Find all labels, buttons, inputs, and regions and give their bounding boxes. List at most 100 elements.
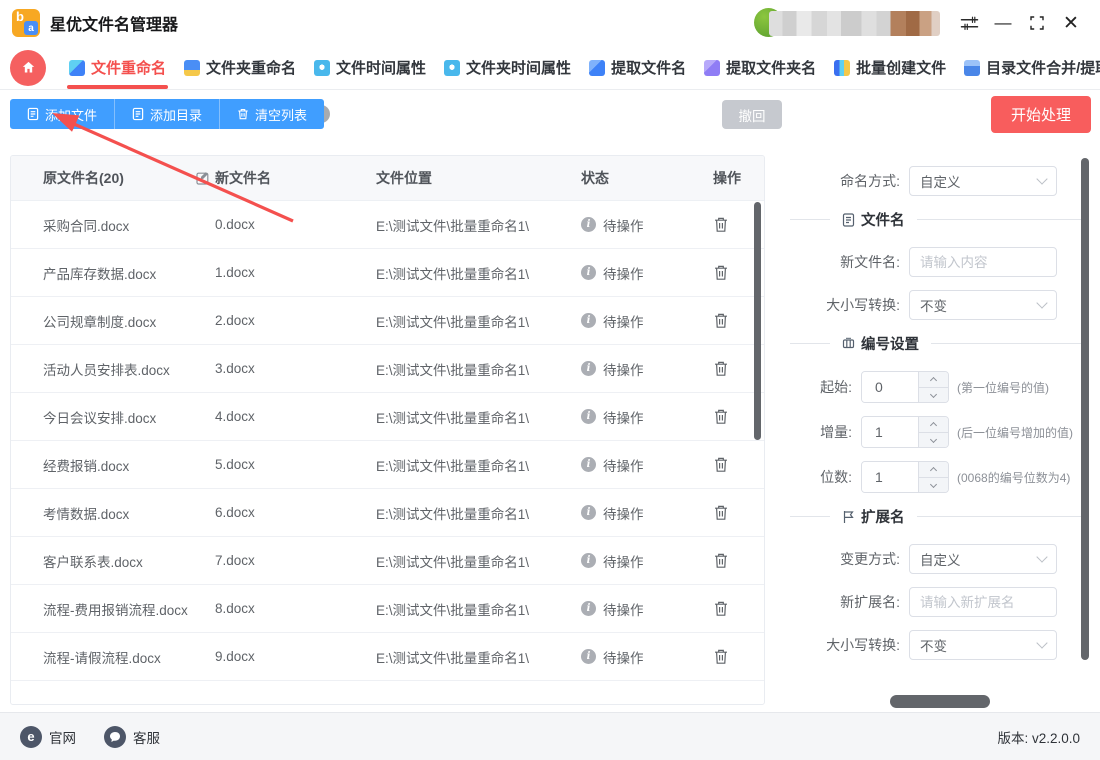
table-row: 经费报销.docx 5.docx E:\测试文件\批量重命名1\ i 待操作	[11, 441, 764, 489]
maximize-button[interactable]	[1020, 7, 1054, 39]
new-filename: 7.docx	[215, 553, 255, 568]
official-website-link[interactable]: e 官网	[20, 725, 76, 748]
new-filename: 0.docx	[215, 217, 255, 232]
increment-up-button[interactable]	[919, 462, 948, 477]
extension-section-title: 扩展名	[842, 506, 905, 527]
tab-extract-foldername[interactable]: 提取文件夹名	[695, 46, 825, 89]
settings-panel: 命名方式: 自定义 文件名 新文件名: 大小写转换: 不变 编号设置 起	[790, 158, 1086, 673]
info-icon: i	[581, 265, 596, 280]
digits-label: 位数:	[820, 469, 852, 485]
tab-folder-time-attr[interactable]: 文件夹时间属性	[435, 46, 580, 89]
original-filename: 考情数据.docx	[43, 506, 130, 522]
change-method-select[interactable]: 自定义	[909, 544, 1057, 574]
increment-label: 增量:	[820, 424, 852, 440]
delete-row-button[interactable]	[713, 456, 729, 473]
delete-row-button[interactable]	[713, 216, 729, 233]
change-method-label: 变更方式:	[840, 551, 900, 567]
trash-icon	[715, 217, 727, 232]
user-account[interactable]	[754, 8, 940, 38]
new-filename: 1.docx	[215, 265, 255, 280]
table-row: 客户联系表.docx 7.docx E:\测试文件\批量重命名1\ i 待操作	[11, 537, 764, 585]
increment-input[interactable]	[862, 417, 918, 447]
increment-down-button[interactable]	[919, 476, 948, 493]
new-filename: 3.docx	[215, 361, 255, 376]
delete-row-button[interactable]	[713, 360, 729, 377]
increment-up-button[interactable]	[919, 372, 948, 387]
new-extension-input[interactable]	[909, 587, 1057, 617]
add-folder-button[interactable]: 添加目录	[114, 99, 219, 129]
folder-time-icon	[444, 59, 461, 76]
delete-row-button[interactable]	[713, 552, 729, 569]
add-folder-label: 添加目录	[150, 107, 203, 123]
tab-extract-filename[interactable]: 提取文件名	[580, 46, 695, 89]
delete-row-button[interactable]	[713, 312, 729, 329]
file-location: E:\测试文件\批量重命名1\	[376, 410, 530, 426]
table-row: 采购合同.docx 0.docx E:\测试文件\批量重命名1\ i 待操作	[11, 201, 764, 249]
naming-method-value: 自定义	[920, 175, 961, 190]
naming-method-select[interactable]: 自定义	[909, 166, 1057, 196]
digits-hint: (0068的编号位数为4)	[957, 470, 1071, 485]
start-processing-button[interactable]: 开始处理	[991, 96, 1091, 133]
info-icon: i	[581, 553, 596, 568]
table-row: 活动人员安排表.docx 3.docx E:\测试文件\批量重命名1\ i 待操…	[11, 345, 764, 393]
tab-label: 提取文件名	[611, 60, 687, 77]
trash-icon	[715, 505, 727, 520]
close-button[interactable]: ✕	[1054, 7, 1088, 39]
action-cell	[701, 600, 764, 617]
file-icon	[27, 107, 39, 121]
start-number-row: 起始: (第一位编号的值)	[790, 371, 1086, 403]
minimize-button[interactable]: —	[986, 7, 1020, 39]
add-file-button[interactable]: 添加文件	[10, 99, 114, 129]
digits-input[interactable]	[862, 462, 918, 492]
extension-case-select[interactable]: 不变	[909, 630, 1057, 660]
tab-label: 提取文件夹名	[726, 60, 817, 77]
delete-row-button[interactable]	[713, 600, 729, 617]
undo-button[interactable]: 撤回	[722, 100, 782, 129]
trash-icon	[715, 553, 727, 568]
trash-icon	[715, 361, 727, 376]
new-filename-input[interactable]	[909, 247, 1057, 277]
delete-row-button[interactable]	[713, 648, 729, 665]
tab-folder-rename[interactable]: 文件夹重命名	[175, 46, 305, 89]
sidebar-horizontal-scrollbar[interactable]	[890, 695, 990, 708]
table-vertical-scrollbar[interactable]	[754, 202, 761, 440]
home-button[interactable]	[10, 49, 46, 86]
increment-down-button[interactable]	[919, 431, 948, 448]
original-filename: 今日会议安排.docx	[43, 410, 157, 426]
clear-list-button[interactable]: 清空列表	[219, 99, 324, 129]
status-text: 待操作	[603, 602, 644, 618]
table-row: 今日会议安排.docx 4.docx E:\测试文件\批量重命名1\ i 待操作	[11, 393, 764, 441]
table-row: 产品库存数据.docx 1.docx E:\测试文件\批量重命名1\ i 待操作	[11, 249, 764, 297]
tab-label: 文件时间属性	[336, 60, 427, 77]
table-row: 流程-费用报销流程.docx 8.docx E:\测试文件\批量重命名1\ i …	[11, 585, 764, 633]
delete-row-button[interactable]	[713, 504, 729, 521]
original-filename: 产品库存数据.docx	[43, 266, 157, 282]
delete-row-button[interactable]	[713, 264, 729, 281]
tab-file-time-attr[interactable]: 文件时间属性	[305, 46, 435, 89]
increment-row: 增量: (后一位编号增加的值)	[790, 416, 1086, 448]
increment-up-button[interactable]	[919, 417, 948, 432]
customer-service-link[interactable]: 客服	[104, 725, 160, 748]
tab-label: 目录文件合并/提取	[986, 60, 1100, 77]
batch-create-icon	[834, 59, 851, 76]
tab-merge-extract[interactable]: 目录文件合并/提取	[955, 46, 1100, 89]
increment-down-button[interactable]	[919, 386, 948, 403]
tab-file-rename[interactable]: 文件重命名	[60, 46, 175, 89]
blurred-username	[769, 11, 940, 36]
tab-batch-create[interactable]: 批量创建文件	[825, 46, 955, 89]
start-number-input[interactable]	[862, 372, 918, 402]
filename-case-select[interactable]: 不变	[909, 290, 1057, 320]
status-cell: i 待操作	[581, 215, 701, 235]
new-filename: 2.docx	[215, 313, 255, 328]
chat-bubble-icon	[104, 725, 126, 748]
table-row: 考情数据.docx 6.docx E:\测试文件\批量重命名1\ i 待操作	[11, 489, 764, 537]
sidebar-vertical-scrollbar[interactable]	[1081, 158, 1089, 660]
delete-row-button[interactable]	[713, 408, 729, 425]
settings-sliders-icon[interactable]	[952, 7, 986, 39]
start-number-hint: (第一位编号的值)	[957, 380, 1049, 395]
info-icon: i	[581, 457, 596, 472]
original-filename: 客户联系表.docx	[43, 554, 143, 570]
extension-case-value: 不变	[920, 639, 947, 654]
status-cell: i 待操作	[581, 311, 701, 331]
status-text: 待操作	[603, 650, 644, 666]
